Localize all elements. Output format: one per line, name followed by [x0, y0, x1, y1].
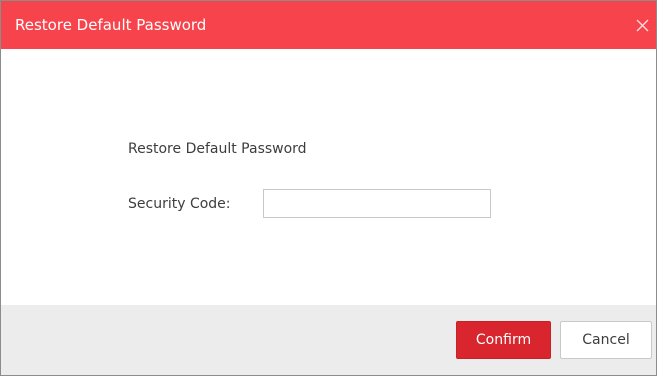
restore-password-dialog: Restore Default Password Restore Default…	[0, 0, 657, 376]
dialog-title: Restore Default Password	[15, 16, 207, 34]
dialog-content: Restore Default Password Security Code:	[1, 49, 656, 305]
confirm-button[interactable]: Confirm	[456, 321, 551, 359]
close-icon	[636, 19, 649, 32]
security-code-label: Security Code:	[128, 196, 231, 212]
cancel-button[interactable]: Cancel	[560, 321, 652, 359]
dialog-footer: Confirm Cancel	[1, 305, 656, 375]
dialog-titlebar: Restore Default Password	[1, 1, 656, 49]
close-button[interactable]	[634, 15, 652, 35]
security-code-input[interactable]	[263, 189, 491, 218]
section-heading: Restore Default Password	[128, 141, 307, 157]
